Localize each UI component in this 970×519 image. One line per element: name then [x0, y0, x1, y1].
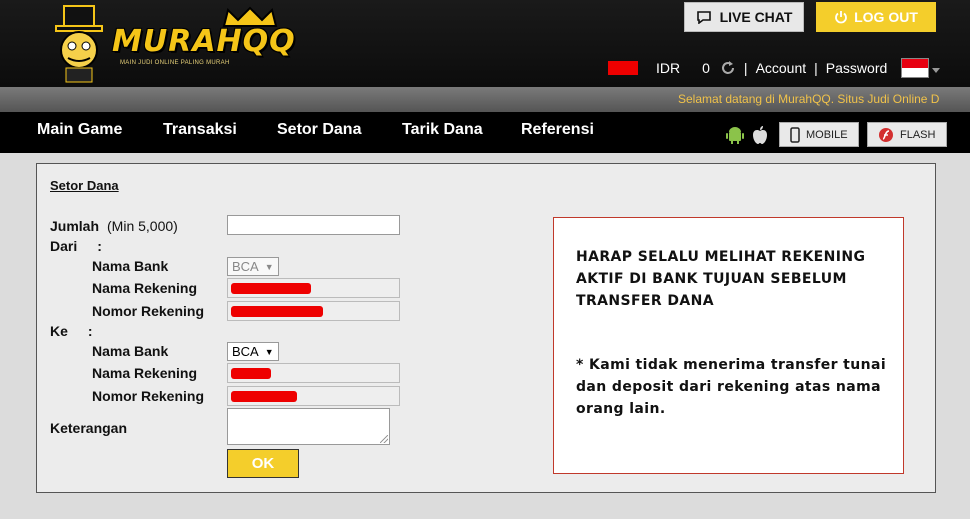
nav-tarik-dana[interactable]: Tarik Dana: [402, 121, 483, 139]
dari-label: Dari:: [50, 238, 102, 254]
logout-button[interactable]: LOG OUT: [816, 2, 936, 32]
dari-label-text: Dari: [50, 238, 78, 254]
redacted-value: [231, 306, 323, 317]
ke-nomor-rekening-label: Nomor Rekening: [92, 388, 205, 404]
balance-value: 0: [702, 60, 710, 76]
logout-label: LOG OUT: [854, 9, 918, 25]
ke-nama-rekening-field: [227, 363, 400, 383]
dari-nomor-rekening-label: Nomor Rekening: [92, 303, 205, 319]
notice-box: HARAP SELALU MELIHAT REKENING AKTIF DI B…: [553, 217, 904, 474]
ke-label-text: Ke: [50, 323, 68, 339]
smartphone-icon: [790, 126, 800, 143]
live-chat-label: LIVE CHAT: [719, 9, 793, 25]
nav-transaksi[interactable]: Transaksi: [163, 121, 237, 139]
account-bar: IDR 0 | Account | Password: [608, 58, 941, 78]
main-nav: Main Game Transaksi Setor Dana Tarik Dan…: [0, 112, 970, 153]
notice-policy: * Kami tidak menerima transfer tunai dan…: [576, 357, 887, 417]
flash-label: FLASH: [900, 128, 936, 141]
jumlah-label-text: Jumlah: [50, 218, 100, 234]
resize-grip-icon[interactable]: [380, 435, 388, 443]
platform-links: MOBILE FLASH: [725, 122, 947, 147]
live-chat-button[interactable]: LIVE CHAT: [684, 2, 804, 32]
nav-main-game[interactable]: Main Game: [37, 121, 122, 139]
redacted-username: [608, 61, 638, 75]
notice-warning: HARAP SELALU MELIHAT REKENING AKTIF DI B…: [576, 249, 866, 309]
announcement-marquee: Selamat datang di MurahQQ. Situs Judi On…: [0, 87, 970, 112]
page-title: Setor Dana: [50, 178, 119, 193]
nav-setor-dana[interactable]: Setor Dana: [277, 121, 361, 139]
indonesia-flag-icon[interactable]: [901, 58, 930, 78]
marquee-text: Selamat datang di MurahQQ. Situs Judi On…: [678, 92, 940, 106]
separator: |: [814, 60, 818, 76]
dari-bank-value: BCA: [232, 259, 259, 274]
dari-nama-rekening-field: [227, 278, 400, 298]
colon: :: [97, 238, 102, 254]
refresh-icon[interactable]: [720, 60, 736, 76]
chevron-down-icon: ▼: [264, 346, 274, 357]
site-logo[interactable]: MURAHQQ MAIN JUDI ONLINE PALING MURAH: [50, 2, 295, 84]
apple-icon[interactable]: [751, 125, 769, 145]
chevron-down-icon[interactable]: [932, 67, 941, 73]
dari-nama-rekening-label: Nama Rekening: [92, 280, 198, 296]
mascot-icon: [55, 5, 103, 83]
dari-nama-bank-label: Nama Bank: [92, 258, 169, 274]
dari-bank-select: BCA ▼: [227, 257, 279, 276]
nav-referensi[interactable]: Referensi: [521, 121, 594, 139]
jumlah-label: Jumlah (Min 5,000): [50, 218, 178, 234]
currency-label: IDR: [656, 60, 681, 76]
mobile-button[interactable]: MOBILE: [779, 122, 859, 147]
redacted-value: [231, 368, 271, 379]
mobile-label: MOBILE: [806, 128, 848, 141]
keterangan-label: Keterangan: [50, 420, 128, 436]
keterangan-textarea[interactable]: [227, 408, 390, 445]
chat-bubble-icon: [696, 11, 711, 24]
logo-wordmark: MURAHQQ: [112, 24, 296, 59]
power-icon: [835, 11, 847, 24]
jumlah-input[interactable]: [227, 215, 400, 235]
logo-tagline: MAIN JUDI ONLINE PALING MURAH: [120, 60, 230, 66]
ke-label: Ke:: [50, 323, 93, 339]
ke-bank-value: BCA: [232, 344, 259, 359]
chevron-down-icon: ▼: [264, 261, 274, 272]
password-link[interactable]: Password: [826, 60, 887, 76]
ke-nomor-rekening-field: [227, 386, 400, 406]
site-header: MURAHQQ MAIN JUDI ONLINE PALING MURAH LI…: [0, 0, 970, 87]
redacted-value: [231, 283, 311, 294]
deposit-panel: Setor Dana Jumlah (Min 5,000) Dari: Nama …: [36, 163, 936, 493]
ke-bank-select[interactable]: BCA ▼: [227, 342, 279, 361]
jumlah-min-hint: (Min 5,000): [107, 218, 178, 234]
flash-button[interactable]: FLASH: [867, 122, 947, 147]
colon: :: [87, 323, 93, 339]
dari-nomor-rekening-field: [227, 301, 400, 321]
redacted-value: [231, 391, 297, 402]
android-icon[interactable]: [725, 125, 745, 145]
flash-player-icon: [879, 127, 893, 142]
ke-nama-rekening-label: Nama Rekening: [92, 365, 198, 381]
separator: |: [743, 60, 748, 76]
account-link[interactable]: Account: [756, 60, 807, 76]
ok-button[interactable]: OK: [227, 449, 299, 478]
ke-nama-bank-label: Nama Bank: [92, 343, 169, 359]
